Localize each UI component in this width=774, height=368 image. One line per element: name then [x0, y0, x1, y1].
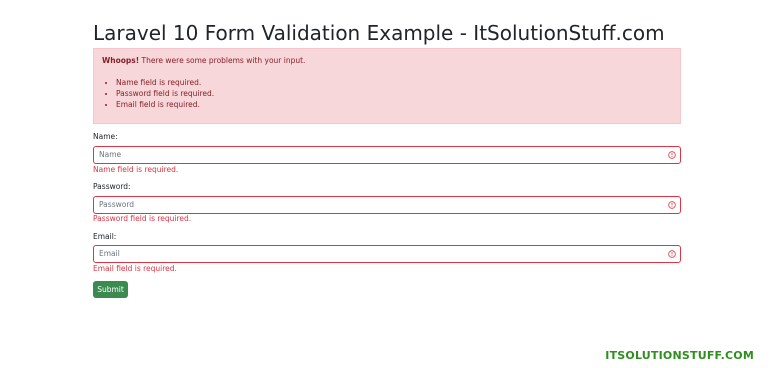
password-error: Password field is required. — [93, 214, 192, 223]
alert-error-list: Name field is required. Password field i… — [116, 77, 214, 110]
name-input[interactable]: Name — [93, 146, 681, 164]
name-error: Name field is required. — [93, 165, 179, 174]
page-title: Laravel 10 Form Validation Example - ItS… — [93, 21, 665, 45]
email-label: Email: — [93, 232, 117, 241]
alert-error-item: Name field is required. — [116, 77, 214, 88]
password-input[interactable]: Password — [93, 196, 681, 214]
password-label: Password: — [93, 182, 131, 191]
error-circle-icon — [668, 151, 676, 159]
email-input[interactable]: Email — [93, 245, 681, 263]
alert-strong: Whoops! — [102, 56, 140, 65]
password-placeholder: Password — [99, 200, 135, 209]
alert-error-item: Email field is required. — [116, 99, 214, 110]
email-error: Email field is required. — [93, 264, 177, 273]
email-placeholder: Email — [99, 249, 120, 258]
watermark-logo: ITSOLUTIONSTUFF.COM — [605, 349, 754, 362]
error-circle-icon — [668, 250, 676, 258]
alert-error-item: Password field is required. — [116, 88, 214, 99]
alert-heading: Whoops! There were some problems with yo… — [102, 56, 305, 65]
alert-message: There were some problems with your input… — [139, 56, 306, 65]
submit-button[interactable]: Submit — [93, 281, 128, 298]
error-circle-icon — [668, 201, 676, 209]
error-alert: Whoops! There were some problems with yo… — [93, 48, 681, 124]
name-placeholder: Name — [99, 150, 122, 159]
name-label: Name: — [93, 132, 118, 141]
